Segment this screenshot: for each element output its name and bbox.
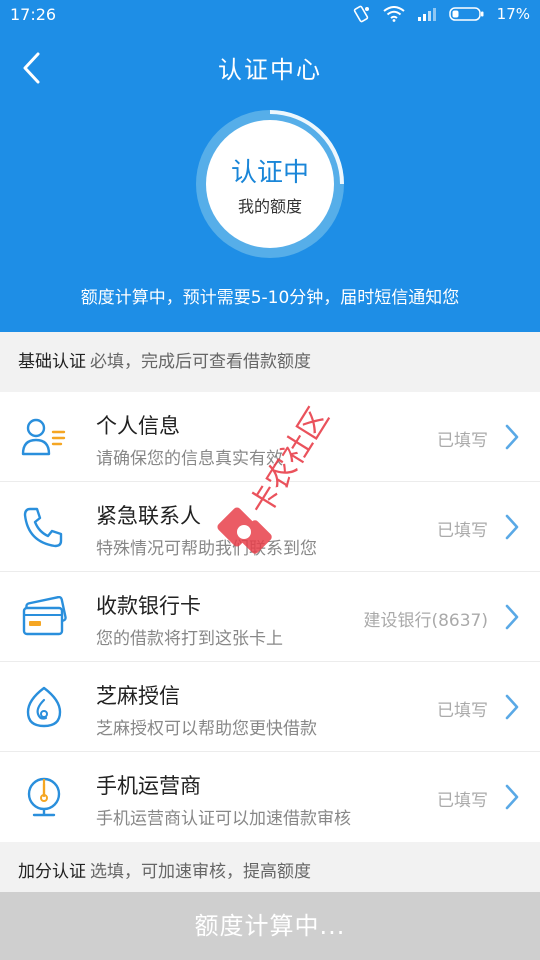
list-item-emergency-contact[interactable]: 紧急联系人 特殊情况可帮助我们联系到您 已填写 [0,482,540,572]
battery-icon [448,7,484,21]
bank-card-icon [22,596,67,636]
item-status: 已填写 [437,431,488,451]
calc-notice: 额度计算中，预计需要5-10分钟，届时短信通知您 [80,288,460,308]
item-status: 已填写 [437,791,488,811]
item-title: 个人信息 [96,414,180,438]
signal-icon [417,8,436,21]
phone-icon [23,507,63,548]
item-subtitle: 芝麻授权可以帮助您更快借款 [96,719,317,739]
calculating-button[interactable]: 额度计算中... [0,892,540,960]
list-item-mobile-carrier[interactable]: 手机运营商 手机运营商认证可以加速借款审核 已填写 [0,752,540,842]
status-time: 17:26 [10,5,57,24]
chevron-right-icon [505,694,519,720]
item-subtitle: 手机运营商认证可以加速借款审核 [96,809,351,829]
globe-icon [27,777,61,817]
status-icons: 17% [351,5,530,23]
auth-list: 个人信息 请确保您的信息真实有效 已填写 紧急联系人 特殊情况可帮助我们联系到您… [0,392,540,842]
ring-status: 认证中 [230,158,309,188]
header: 17:26 17% 认证中心 认证中 我的额度 额度计算中，预计需要5-10分钟… [0,0,540,332]
item-status: 已填写 [437,701,488,721]
item-status: 建设银行(8637) [363,611,488,631]
battery-percent: 17% [496,5,530,23]
chevron-right-icon [505,514,519,540]
basic-section-desc: 必填，完成后可查看借款额度 [90,352,311,372]
wifi-icon [383,6,405,22]
status-bar: 17:26 17% [0,0,540,30]
rotate-icon [353,5,369,23]
chevron-right-icon [505,604,519,630]
item-title: 紧急联系人 [96,504,201,528]
item-subtitle: 您的借款将打到这张卡上 [96,629,283,649]
person-icon [21,418,66,456]
ring-caption: 我的额度 [237,197,302,216]
page-title: 认证中心 [218,56,322,84]
item-subtitle: 特殊情况可帮助我们联系到您 [96,539,317,559]
item-title: 手机运营商 [96,774,201,798]
list-item-sesame-credit[interactable]: 芝麻授信 芝麻授权可以帮助您更快借款 已填写 [0,662,540,752]
ring-label: 认证中 我的额度 [192,152,348,217]
chevron-right-icon [505,784,519,810]
chevron-right-icon [505,424,519,450]
item-status: 已填写 [437,521,488,541]
item-title: 芝麻授信 [96,684,180,708]
basic-section-title: 基础认证 [18,352,86,372]
bonus-section-title: 加分认证 [18,862,86,882]
item-title: 收款银行卡 [96,594,201,618]
list-item-bank-card[interactable]: 收款银行卡 您的借款将打到这张卡上 建设银行(8637) [0,572,540,662]
list-item-personal-info[interactable]: 个人信息 请确保您的信息真实有效 已填写 [0,392,540,482]
item-subtitle: 请确保您的信息真实有效 [96,449,283,469]
sesame-icon [26,686,62,728]
basic-section-header: 基础认证 必填，完成后可查看借款额度 [0,332,540,392]
bonus-section-desc: 选填，可加速审核，提高额度 [90,862,311,882]
